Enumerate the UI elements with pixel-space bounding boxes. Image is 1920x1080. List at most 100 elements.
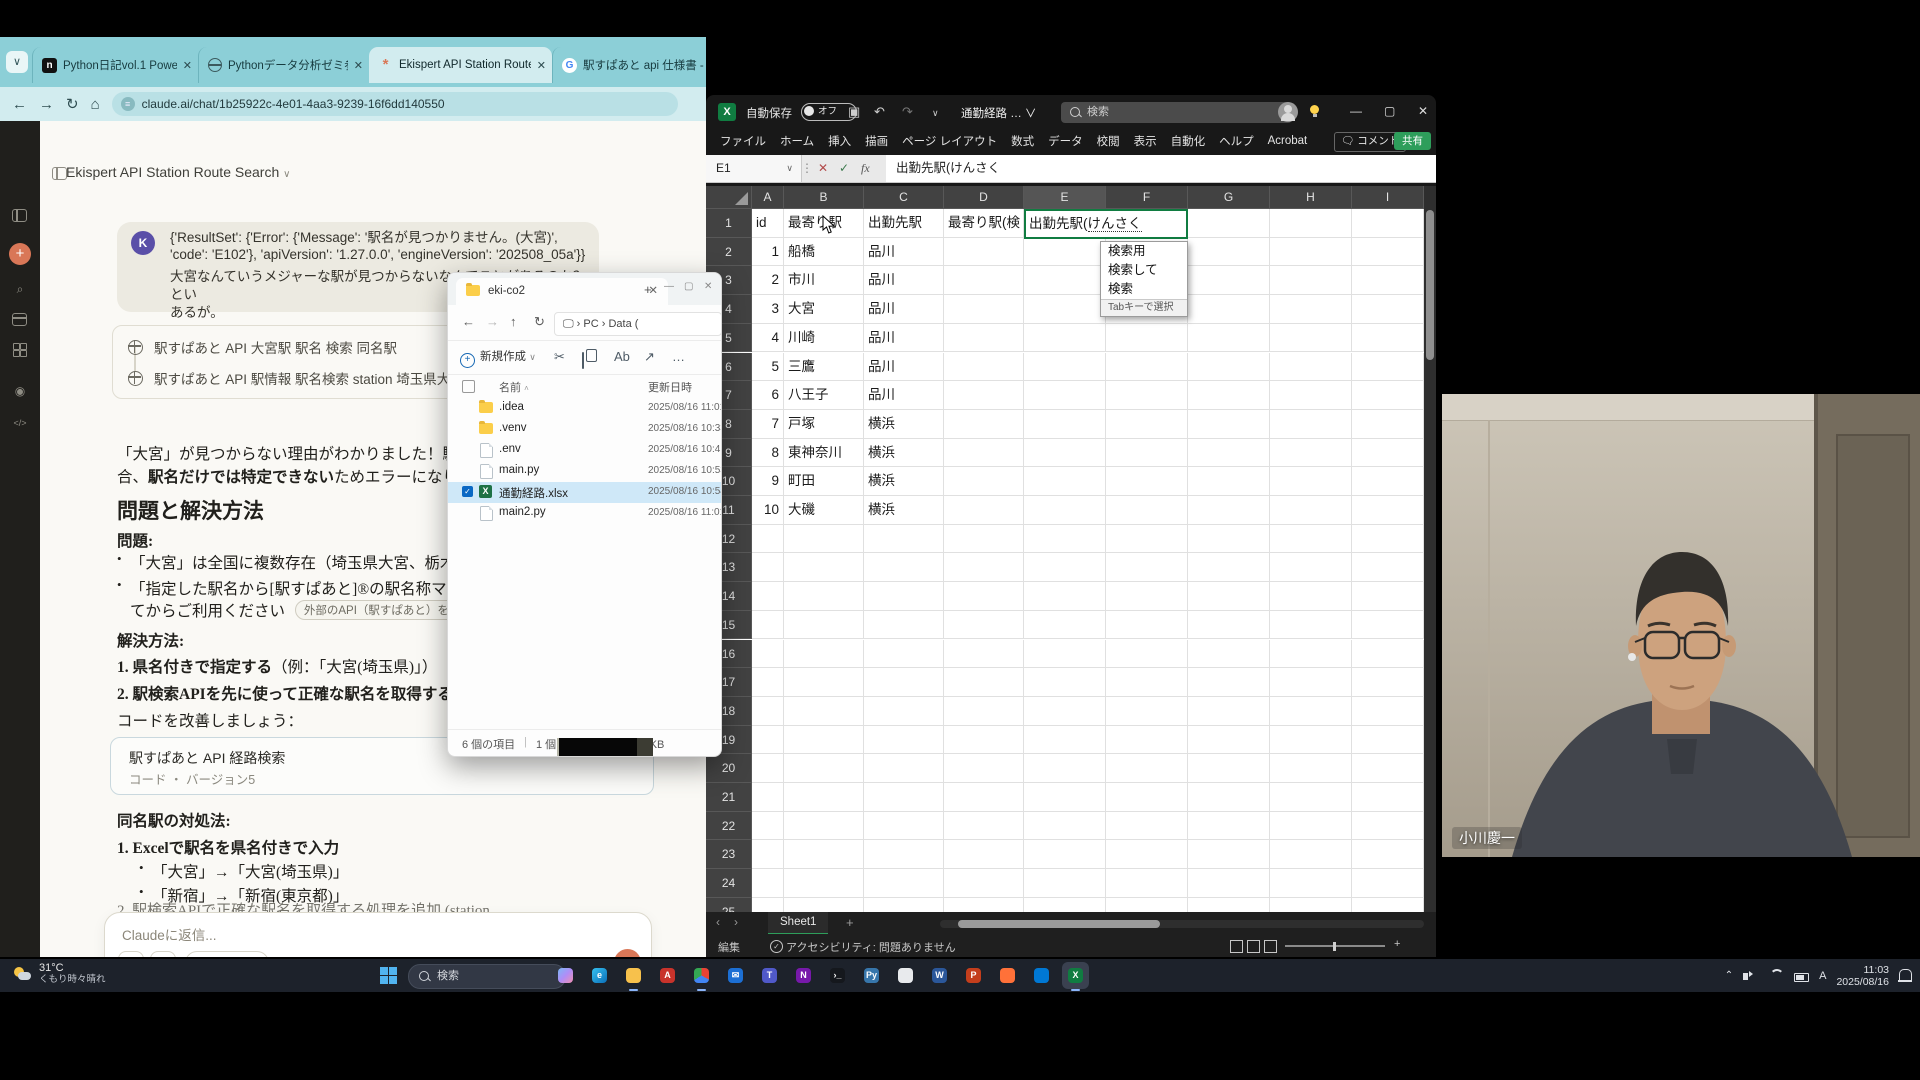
taskbar-app-paint[interactable] — [892, 962, 919, 989]
cell-E18[interactable] — [1024, 697, 1106, 726]
cell-G21[interactable] — [1188, 783, 1270, 812]
ideas-lightbulb-icon[interactable] — [1310, 105, 1319, 114]
cell-E4[interactable] — [1024, 295, 1106, 324]
column-header-E[interactable]: E — [1024, 186, 1106, 209]
checkbox-checked[interactable]: ✓ — [462, 486, 473, 497]
cell-H6[interactable] — [1270, 353, 1352, 382]
select-all-checkbox[interactable] — [462, 380, 475, 393]
cell-A25[interactable] — [752, 898, 784, 912]
cell-A20[interactable] — [752, 754, 784, 783]
cell-B24[interactable] — [784, 869, 864, 898]
cell-C23[interactable] — [864, 840, 944, 869]
cell-A24[interactable] — [752, 869, 784, 898]
column-header-C[interactable]: C — [864, 186, 944, 209]
cell-H4[interactable] — [1270, 295, 1352, 324]
cell-D15[interactable] — [944, 611, 1024, 640]
cell-D23[interactable] — [944, 840, 1024, 869]
cell-H16[interactable] — [1270, 640, 1352, 669]
cell-A5[interactable]: 4 — [752, 324, 784, 353]
confirm-entry-icon[interactable]: ✓ — [839, 155, 849, 182]
delete-icon[interactable]: … — [672, 349, 685, 364]
cell-E17[interactable] — [1024, 668, 1106, 697]
cell-C22[interactable] — [864, 812, 944, 841]
cell-I12[interactable] — [1352, 525, 1424, 554]
cell-G12[interactable] — [1188, 525, 1270, 554]
refresh-icon[interactable]: ↻ — [66, 95, 79, 113]
ribbon-tab-挿入[interactable]: 挿入 — [828, 133, 851, 149]
cell-B14[interactable] — [784, 582, 864, 611]
cell-I8[interactable] — [1352, 410, 1424, 439]
column-header-H[interactable]: H — [1270, 186, 1352, 209]
cell-G16[interactable] — [1188, 640, 1270, 669]
cell-H2[interactable] — [1270, 238, 1352, 267]
send-button[interactable]: ↑ — [614, 949, 641, 957]
cell-F19[interactable] — [1106, 726, 1188, 755]
cell-H14[interactable] — [1270, 582, 1352, 611]
cell-C10[interactable]: 横浜 — [864, 467, 944, 496]
cell-D6[interactable] — [944, 353, 1024, 382]
cell-B18[interactable] — [784, 697, 864, 726]
cell-G22[interactable] — [1188, 812, 1270, 841]
cell-B20[interactable] — [784, 754, 864, 783]
url-field[interactable]: ≡ claude.ai/chat/1b25922c-4e01-4aa3-9239… — [112, 92, 678, 116]
cut-icon[interactable]: ✂ — [554, 349, 565, 365]
ribbon-tab-Acrobat[interactable]: Acrobat — [1268, 135, 1308, 147]
file-row[interactable]: main.py2025/08/16 10:53 — [448, 461, 721, 482]
cell-C4[interactable]: 品川 — [864, 295, 944, 324]
cell-H9[interactable] — [1270, 439, 1352, 468]
ime-candidate[interactable]: 検索して — [1101, 261, 1187, 280]
forward-icon[interactable]: → — [486, 314, 499, 329]
refresh-icon[interactable]: ↻ — [534, 314, 545, 330]
column-header-A[interactable]: A — [752, 186, 784, 209]
cell-D11[interactable] — [944, 496, 1024, 525]
ribbon-tab-数式[interactable]: 数式 — [1011, 133, 1034, 149]
sheet-next-icon[interactable]: › — [734, 915, 738, 929]
cell-D16[interactable] — [944, 640, 1024, 669]
ribbon-tab-データ[interactable]: データ — [1048, 133, 1083, 149]
column-header-G[interactable]: G — [1188, 186, 1270, 209]
cell-H24[interactable] — [1270, 869, 1352, 898]
new-item-button[interactable]: +新規作成 ∨ — [460, 348, 536, 368]
cell-B21[interactable] — [784, 783, 864, 812]
cell-I19[interactable] — [1352, 726, 1424, 755]
cell-I14[interactable] — [1352, 582, 1424, 611]
cell-H19[interactable] — [1270, 726, 1352, 755]
column-header-B[interactable]: B — [784, 186, 864, 209]
cell-F6[interactable] — [1106, 353, 1188, 382]
tab-close-icon[interactable]: ✕ — [183, 59, 192, 72]
name-box[interactable]: E1∨ — [706, 155, 802, 182]
cell-G7[interactable] — [1188, 381, 1270, 410]
cell-C20[interactable] — [864, 754, 944, 783]
column-header-D[interactable]: D — [944, 186, 1024, 209]
taskbar-app-onenote[interactable]: N — [790, 962, 817, 989]
normal-view-icon[interactable] — [1230, 940, 1243, 953]
share-button[interactable]: 共有 — [1394, 132, 1431, 150]
cell-I2[interactable] — [1352, 238, 1424, 267]
back-icon[interactable]: ← — [462, 314, 475, 329]
row-header-23[interactable]: 23 — [706, 840, 752, 869]
browser-tab[interactable]: Pythonデータ分析ゼミ参加用件✕ — [198, 47, 369, 83]
code-icon[interactable]: </> — [12, 415, 28, 431]
cell-I13[interactable] — [1352, 553, 1424, 582]
cell-F24[interactable] — [1106, 869, 1188, 898]
cell-D9[interactable] — [944, 439, 1024, 468]
browser-tab[interactable]: nPython日記vol.1 PowerShell✕ — [32, 47, 198, 83]
ribbon-tab-ページ レイアウト[interactable]: ページ レイアウト — [902, 133, 997, 149]
copy-icon[interactable] — [582, 352, 584, 369]
cell-F17[interactable] — [1106, 668, 1188, 697]
file-row[interactable]: main2.py2025/08/16 11:01 — [448, 503, 721, 524]
sheet-prev-icon[interactable]: ‹ — [716, 915, 720, 929]
row-header-21[interactable]: 21 — [706, 783, 752, 812]
cancel-entry-icon[interactable]: ✕ — [818, 155, 828, 182]
page-break-view-icon[interactable] — [1264, 940, 1277, 953]
cell-C15[interactable] — [864, 611, 944, 640]
research-button[interactable]: リサーチ — [185, 951, 269, 957]
cell-E21[interactable] — [1024, 783, 1106, 812]
cell-C9[interactable]: 横浜 — [864, 439, 944, 468]
ribbon-tab-ファイル[interactable]: ファイル — [720, 133, 766, 149]
cell-I9[interactable] — [1352, 439, 1424, 468]
cell-D4[interactable] — [944, 295, 1024, 324]
cell-H20[interactable] — [1270, 754, 1352, 783]
cell-D13[interactable] — [944, 553, 1024, 582]
cell-A1[interactable]: id — [752, 209, 784, 238]
